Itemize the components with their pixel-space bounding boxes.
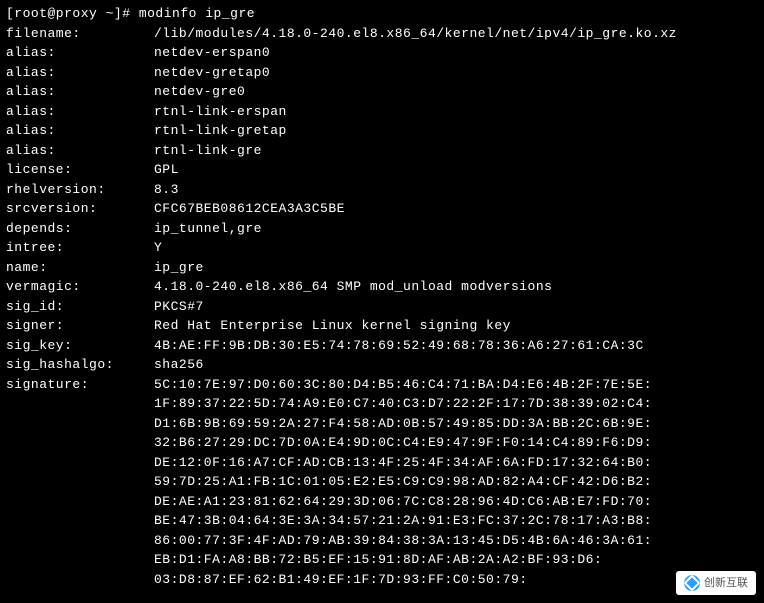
output-line: alias:netdev-gre0 [6,82,758,102]
output-line: sig_key:4B:AE:FF:9B:DB:30:E5:74:78:69:52… [6,336,758,356]
output-line: signer:Red Hat Enterprise Linux kernel s… [6,316,758,336]
field-label: vermagic: [6,277,154,297]
field-value: rtnl-link-erspan [154,104,287,119]
field-label: signer: [6,316,154,336]
output-line: alias:rtnl-link-gretap [6,121,758,141]
field-label: sig_hashalgo: [6,355,154,375]
field-value: PKCS#7 [154,299,204,314]
output-line: intree:Y [6,238,758,258]
command-text: modinfo ip_gre [139,6,255,21]
command-line: [root@proxy ~]# modinfo ip_gre [6,4,758,24]
field-value: DE:AE:A1:23:81:62:64:29:3D:06:7C:C8:28:9… [154,494,652,509]
field-value: 32:B6:27:29:DC:7D:0A:E4:9D:0C:C4:E9:47:9… [154,435,652,450]
field-value: ip_gre [154,260,204,275]
terminal-output: [root@proxy ~]# modinfo ip_gre filename:… [6,4,758,589]
output-line: alias:netdev-gretap0 [6,63,758,83]
output-line: rhelversion:8.3 [6,180,758,200]
field-label: sig_id: [6,297,154,317]
field-value: rtnl-link-gre [154,143,262,158]
output-line: name:ip_gre [6,258,758,278]
field-value: 1F:89:37:22:5D:74:A9:E0:C7:40:C3:D7:22:2… [154,396,652,411]
field-value: Y [154,240,162,255]
output-line: depends:ip_tunnel,gre [6,219,758,239]
field-label: alias: [6,141,154,161]
field-value: 59:7D:25:A1:FB:1C:01:05:E2:E5:C9:C9:98:A… [154,474,652,489]
watermark-logo-icon [684,575,700,591]
output-line: 03:D8:87:EF:62:B1:49:EF:1F:7D:93:FF:C0:5… [6,570,758,590]
field-value: netdev-gretap0 [154,65,270,80]
field-label: license: [6,160,154,180]
field-value: netdev-gre0 [154,84,245,99]
field-label: name: [6,258,154,278]
field-label: sig_key: [6,336,154,356]
field-label: rhelversion: [6,180,154,200]
field-value: 03:D8:87:EF:62:B1:49:EF:1F:7D:93:FF:C0:5… [154,572,528,587]
output-line: DE:12:0F:16:A7:CF:AD:CB:13:4F:25:4F:34:A… [6,453,758,473]
shell-prompt: [root@proxy ~]# [6,6,139,21]
output-line: DE:AE:A1:23:81:62:64:29:3D:06:7C:C8:28:9… [6,492,758,512]
field-value: DE:12:0F:16:A7:CF:AD:CB:13:4F:25:4F:34:A… [154,455,652,470]
field-label: alias: [6,43,154,63]
field-value: netdev-erspan0 [154,45,270,60]
output-line: 1F:89:37:22:5D:74:A9:E0:C7:40:C3:D7:22:2… [6,394,758,414]
field-label: alias: [6,102,154,122]
field-label: filename: [6,24,154,44]
field-value: /lib/modules/4.18.0-240.el8.x86_64/kerne… [154,26,677,41]
field-value: rtnl-link-gretap [154,123,287,138]
field-label: intree: [6,238,154,258]
field-value: 4B:AE:FF:9B:DB:30:E5:74:78:69:52:49:68:7… [154,338,644,353]
field-label: depends: [6,219,154,239]
field-value: GPL [154,162,179,177]
output-line: D1:6B:9B:69:59:2A:27:F4:58:AD:0B:57:49:8… [6,414,758,434]
output-line: 59:7D:25:A1:FB:1C:01:05:E2:E5:C9:C9:98:A… [6,472,758,492]
field-value: ip_tunnel,gre [154,221,262,236]
field-value: BE:47:3B:04:64:3E:3A:34:57:21:2A:91:E3:F… [154,513,652,528]
field-value: 8.3 [154,182,179,197]
field-label: alias: [6,82,154,102]
output-block: filename:/lib/modules/4.18.0-240.el8.x86… [6,24,758,590]
output-line: EB:D1:FA:A8:BB:72:B5:EF:15:91:8D:AF:AB:2… [6,550,758,570]
output-line: filename:/lib/modules/4.18.0-240.el8.x86… [6,24,758,44]
output-line: srcversion:CFC67BEB08612CEA3A3C5BE [6,199,758,219]
field-label: alias: [6,121,154,141]
field-label: signature: [6,375,154,395]
output-line: license:GPL [6,160,758,180]
field-value: 4.18.0-240.el8.x86_64 SMP mod_unload mod… [154,279,552,294]
output-line: sig_hashalgo:sha256 [6,355,758,375]
field-value: Red Hat Enterprise Linux kernel signing … [154,318,511,333]
output-line: vermagic:4.18.0-240.el8.x86_64 SMP mod_u… [6,277,758,297]
output-line: sig_id:PKCS#7 [6,297,758,317]
field-label: alias: [6,63,154,83]
field-value: 5C:10:7E:97:D0:60:3C:80:D4:B5:46:C4:71:B… [154,377,652,392]
field-value: D1:6B:9B:69:59:2A:27:F4:58:AD:0B:57:49:8… [154,416,652,431]
watermark-badge: 创新互联 [676,571,756,596]
output-line: 86:00:77:3F:4F:AD:79:AB:39:84:38:3A:13:4… [6,531,758,551]
output-line: alias:rtnl-link-gre [6,141,758,161]
output-line: alias:rtnl-link-erspan [6,102,758,122]
field-value: CFC67BEB08612CEA3A3C5BE [154,201,345,216]
field-label: srcversion: [6,199,154,219]
output-line: signature:5C:10:7E:97:D0:60:3C:80:D4:B5:… [6,375,758,395]
watermark-text: 创新互联 [704,575,748,592]
output-line: BE:47:3B:04:64:3E:3A:34:57:21:2A:91:E3:F… [6,511,758,531]
field-value: 86:00:77:3F:4F:AD:79:AB:39:84:38:3A:13:4… [154,533,652,548]
output-line: alias:netdev-erspan0 [6,43,758,63]
output-line: 32:B6:27:29:DC:7D:0A:E4:9D:0C:C4:E9:47:9… [6,433,758,453]
field-value: sha256 [154,357,204,372]
field-value: EB:D1:FA:A8:BB:72:B5:EF:15:91:8D:AF:AB:2… [154,552,602,567]
